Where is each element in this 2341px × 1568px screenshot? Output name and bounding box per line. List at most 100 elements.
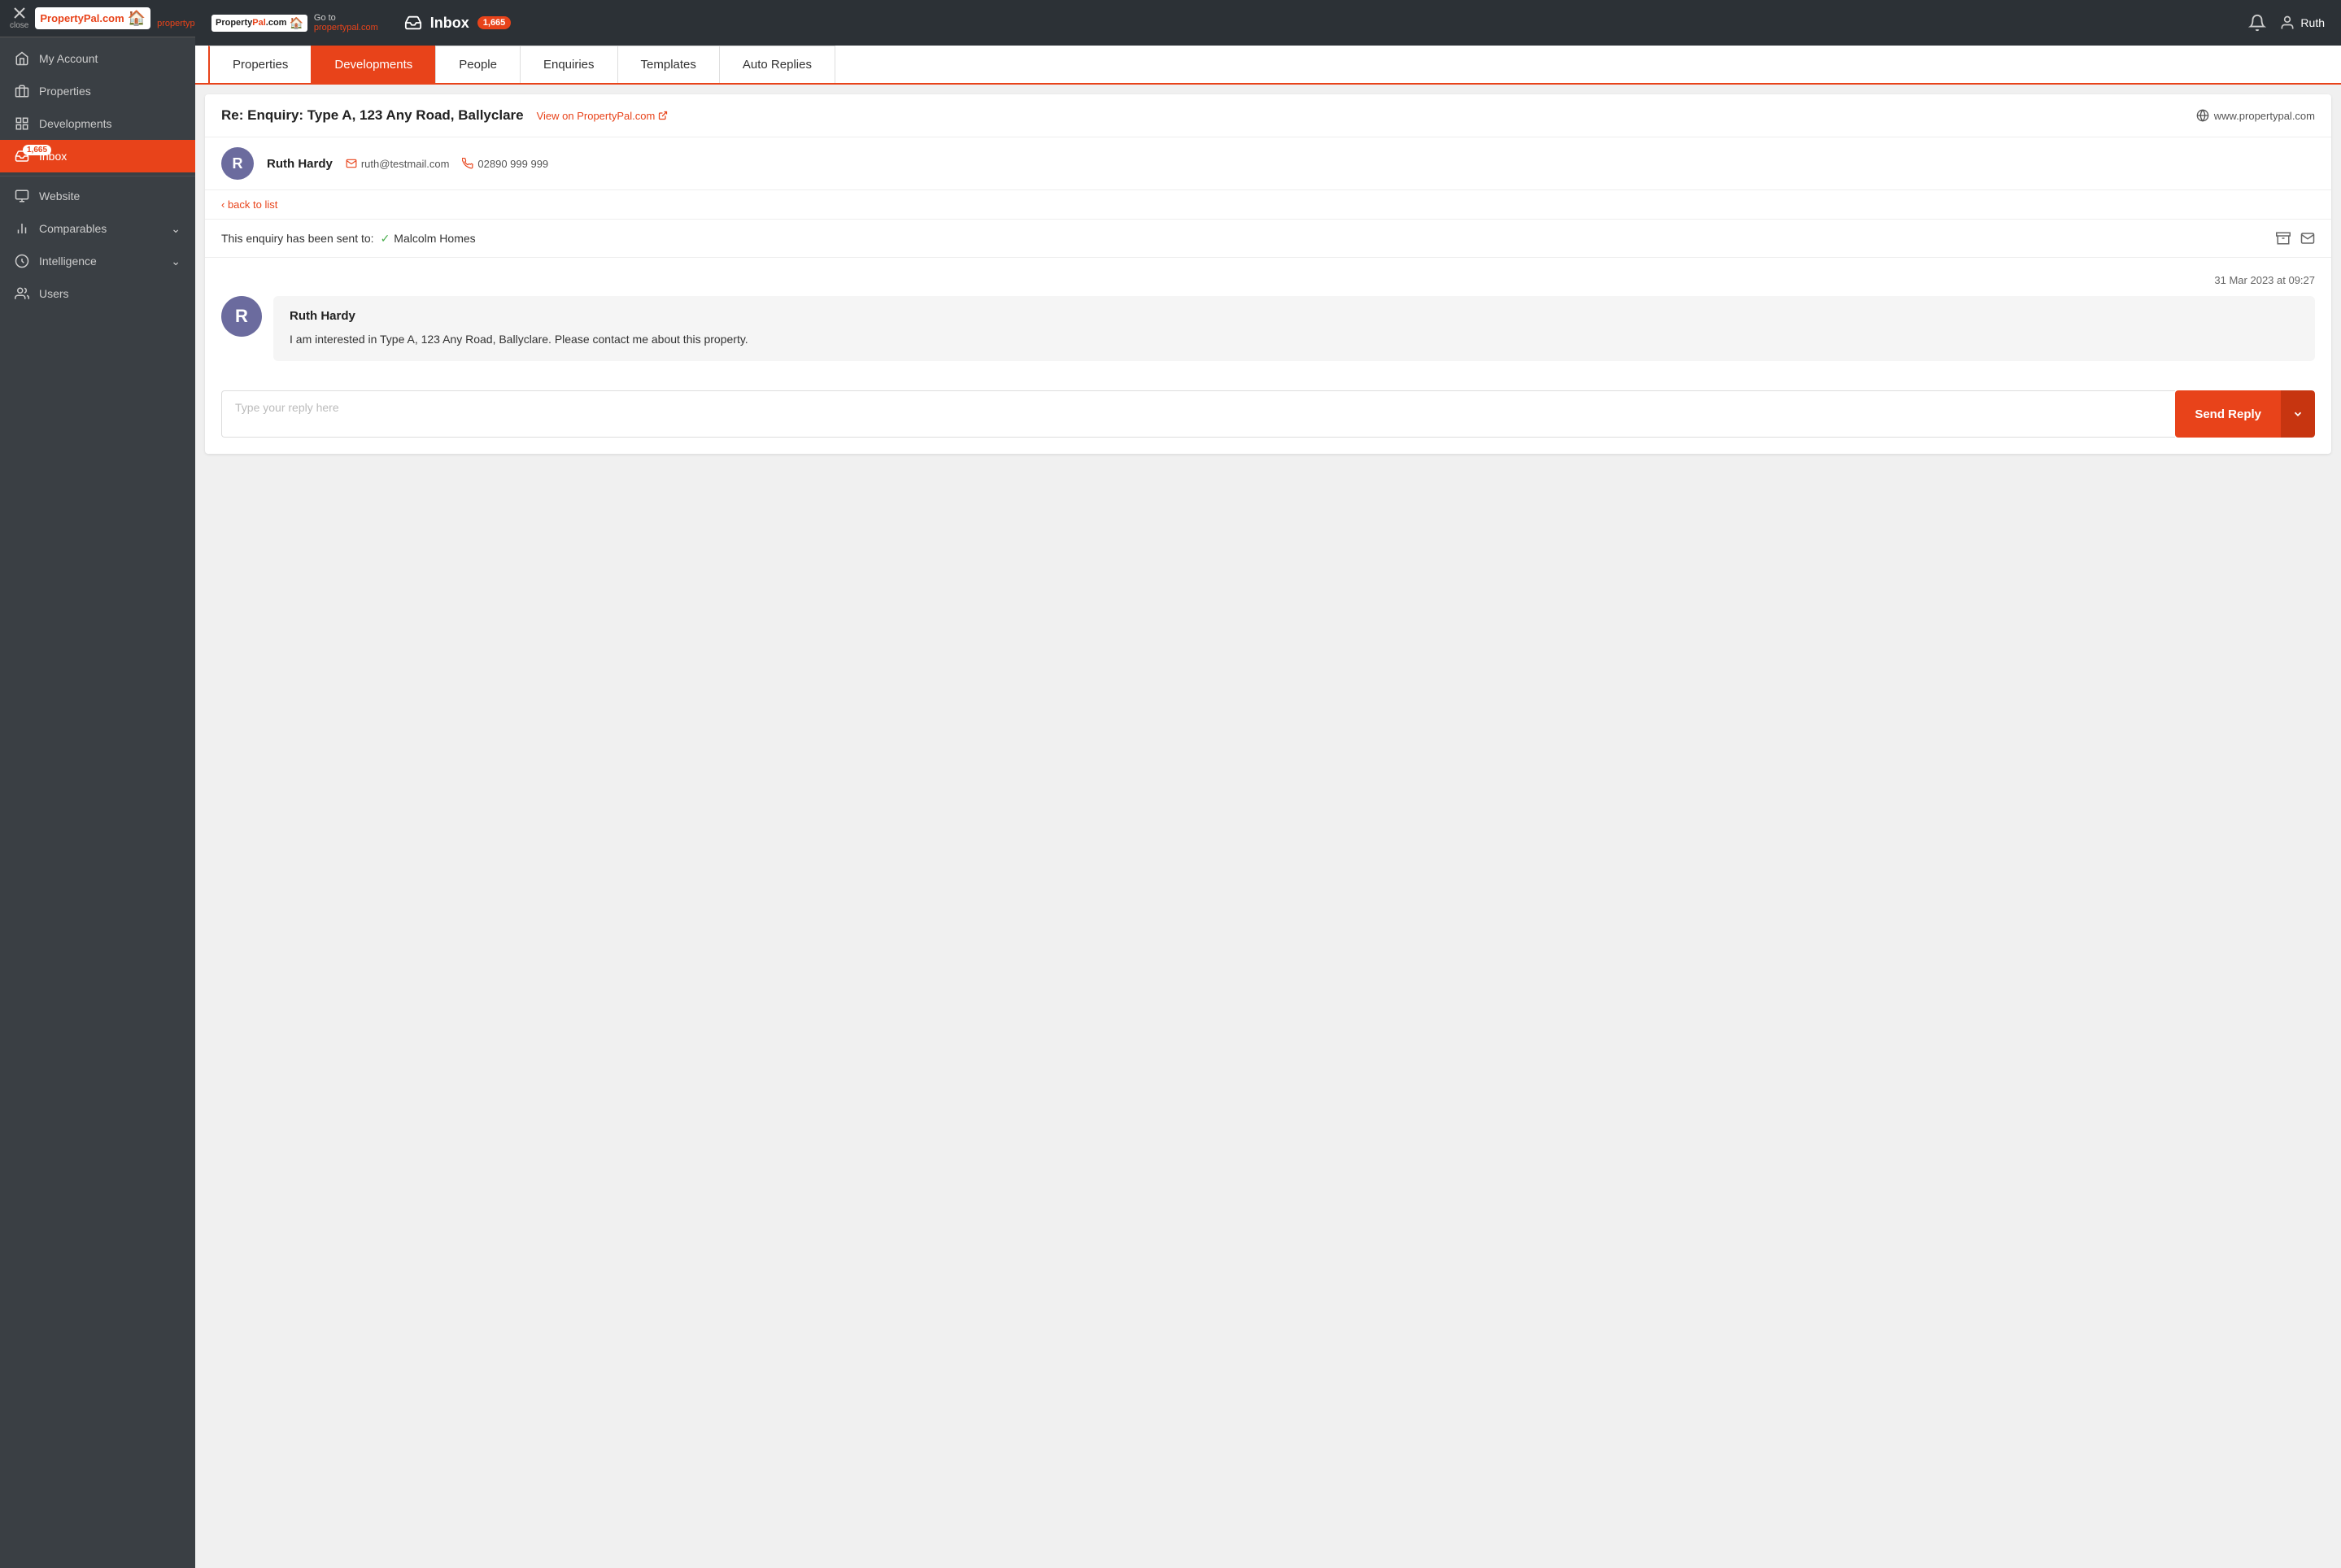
tab-enquiries[interactable]: Enquiries xyxy=(520,46,618,83)
enquiry-company-check: ✓ Malcolm Homes xyxy=(381,232,476,246)
sidebar-item-comparables[interactable]: Comparables ⌄ xyxy=(0,212,195,245)
email-subject: Re: Enquiry: Type A, 123 Any Road, Bally… xyxy=(221,107,524,124)
message-bubble-row: R Ruth Hardy I am interested in Type A, … xyxy=(221,296,2315,361)
inbox-badge: 1,665 xyxy=(23,145,51,155)
globe-icon xyxy=(2196,109,2209,122)
message-thread: 31 Mar 2023 at 09:27 R Ruth Hardy I am i… xyxy=(205,258,2331,377)
website-link: www.propertypal.com xyxy=(2196,109,2315,122)
close-button[interactable]: close xyxy=(10,7,28,30)
topbar-goto-link[interactable]: propertypal.com xyxy=(314,23,378,33)
sidebar-item-intelligence[interactable]: Intelligence ⌄ xyxy=(0,245,195,277)
send-reply-dropdown-button[interactable] xyxy=(2281,390,2315,438)
enquiry-action-icons xyxy=(2276,231,2315,246)
view-on-propertypal-link[interactable]: View on PropertyPal.com xyxy=(537,110,669,122)
goto-label: Go to xyxy=(157,9,195,19)
reply-input[interactable] xyxy=(221,390,2175,438)
logo-area: PropertyPal.com 🏠 xyxy=(35,7,150,29)
topbar-goto: Go to propertypal.com xyxy=(314,13,378,33)
content-area: Properties Developments People Enquiries… xyxy=(195,46,2341,1568)
sidebar-item-label: Users xyxy=(39,287,69,300)
home-icon xyxy=(15,51,29,66)
topbar-logo-text: PropertyPal.com xyxy=(216,18,286,28)
analytics-icon xyxy=(15,254,29,268)
topbar-logo: PropertyPal.com 🏠 Go to propertypal.com xyxy=(211,13,378,33)
message-timestamp: 31 Mar 2023 at 09:27 xyxy=(221,274,2315,286)
sidebar-item-label: Properties xyxy=(39,85,91,98)
tab-people[interactable]: People xyxy=(435,46,521,83)
enquiry-sent-bar: This enquiry has been sent to: ✓ Malcolm… xyxy=(205,220,2331,258)
user-pill[interactable]: Ruth xyxy=(2279,15,2325,31)
close-label: close xyxy=(10,21,28,30)
external-link-icon xyxy=(658,111,668,120)
chevron-down-icon: ⌄ xyxy=(171,222,181,236)
sidebar-item-label: My Account xyxy=(39,52,98,65)
email-panel: Re: Enquiry: Type A, 123 Any Road, Bally… xyxy=(205,94,2331,454)
tabs-bar: Properties Developments People Enquiries… xyxy=(195,46,2341,85)
email-header-left: Re: Enquiry: Type A, 123 Any Road, Bally… xyxy=(221,107,668,124)
back-link[interactable]: ‹ back to list xyxy=(205,190,2331,220)
sender-info: Ruth Hardy ruth@testmail.com 02890 999 9… xyxy=(267,157,548,171)
logo-box: PropertyPal.com 🏠 xyxy=(35,7,150,29)
sidebar-item-developments[interactable]: Developments xyxy=(0,107,195,140)
send-reply-button[interactable]: Send Reply xyxy=(2175,390,2281,438)
topbar-logo-box: PropertyPal.com 🏠 xyxy=(211,15,307,32)
sender-phone-value: 02890 999 999 xyxy=(477,158,548,170)
mascot-icon: 🏠 xyxy=(128,10,146,27)
back-link-text[interactable]: back to list xyxy=(228,198,277,211)
tab-properties[interactable]: Properties xyxy=(208,46,312,83)
mail-icon[interactable] xyxy=(2300,231,2315,246)
user-circle-icon xyxy=(2279,15,2295,31)
building-icon xyxy=(15,84,29,98)
send-reply-group: Send Reply xyxy=(2175,390,2315,438)
topbar-username: Ruth xyxy=(2300,16,2325,29)
topbar-inbox-badge: 1,665 xyxy=(477,16,512,29)
users-icon xyxy=(15,286,29,301)
view-link-label: View on PropertyPal.com xyxy=(537,110,656,122)
tab-developments[interactable]: Developments xyxy=(311,46,436,83)
chart-icon xyxy=(15,221,29,236)
sender-bar: R Ruth Hardy ruth@testmail.com 02890 999… xyxy=(205,137,2331,190)
sidebar-header: close PropertyPal.com 🏠 Go to propertypa… xyxy=(0,0,195,37)
sidebar-item-my-account[interactable]: My Account xyxy=(0,42,195,75)
message-sender-name: Ruth Hardy xyxy=(290,309,2299,323)
sidebar-item-website[interactable]: Website xyxy=(0,180,195,212)
sidebar-nav: My Account Properties Developments 1,665… xyxy=(0,37,195,1568)
topbar-inbox: Inbox 1,665 xyxy=(404,14,512,32)
topbar-icons: Ruth xyxy=(2248,14,2325,32)
archive-icon[interactable] xyxy=(2276,231,2291,246)
enquiry-sent-label: This enquiry has been sent to: xyxy=(221,232,374,245)
topbar: PropertyPal.com 🏠 Go to propertypal.com … xyxy=(195,0,2341,46)
sidebar-item-inbox[interactable]: 1,665 Inbox xyxy=(0,140,195,172)
email-icon xyxy=(346,158,357,169)
enquiry-company: Malcolm Homes xyxy=(394,232,475,245)
sidebar-item-properties[interactable]: Properties xyxy=(0,75,195,107)
bell-icon[interactable] xyxy=(2248,14,2266,32)
enquiry-sent-left: This enquiry has been sent to: ✓ Malcolm… xyxy=(221,232,476,246)
sender-email-value: ruth@testmail.com xyxy=(361,158,450,170)
monitor-icon xyxy=(15,189,29,203)
goto-link[interactable]: propertypal.com xyxy=(157,19,195,28)
topbar-goto-label: Go to xyxy=(314,13,378,23)
goto-area: Go to propertypal.com xyxy=(157,9,195,28)
download-icon xyxy=(404,14,422,32)
main-area: PropertyPal.com 🏠 Go to propertypal.com … xyxy=(195,0,2341,1568)
sender-name: Ruth Hardy xyxy=(267,157,333,171)
sidebar: close PropertyPal.com 🏠 Go to propertypa… xyxy=(0,0,195,1568)
email-header: Re: Enquiry: Type A, 123 Any Road, Bally… xyxy=(205,94,2331,137)
sidebar-item-label: Website xyxy=(39,189,80,203)
grid-icon xyxy=(15,116,29,131)
sender-phone: 02890 999 999 xyxy=(462,158,548,170)
message-bubble: Ruth Hardy I am interested in Type A, 12… xyxy=(273,296,2315,361)
chevron-down-icon xyxy=(2292,408,2304,420)
chevron-down-icon: ⌄ xyxy=(171,255,181,268)
sidebar-item-label: Intelligence xyxy=(39,255,97,268)
reply-area: Send Reply xyxy=(205,377,2331,454)
phone-icon xyxy=(462,158,473,169)
tab-auto-replies[interactable]: Auto Replies xyxy=(719,46,835,83)
email-website: www.propertypal.com xyxy=(2214,110,2315,122)
message-avatar: R xyxy=(221,296,262,337)
tab-templates[interactable]: Templates xyxy=(617,46,720,83)
checkmark-icon: ✓ xyxy=(381,232,390,246)
sidebar-item-users[interactable]: Users xyxy=(0,277,195,310)
send-reply-label: Send Reply xyxy=(2195,407,2261,421)
